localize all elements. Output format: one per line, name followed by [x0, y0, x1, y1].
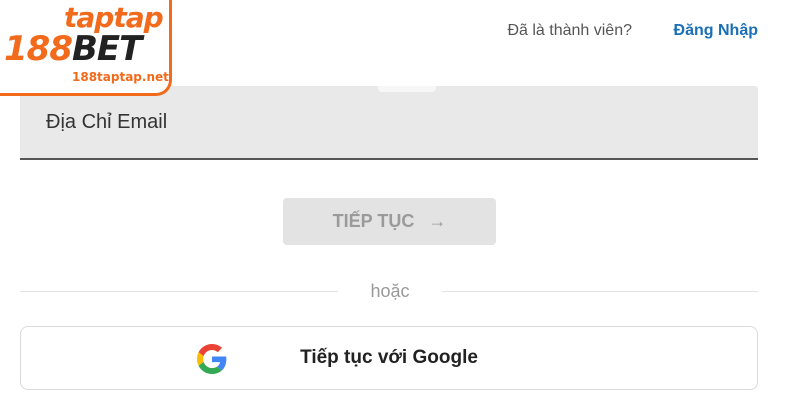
continue-button-label: TIẾP TỤC: [332, 211, 415, 231]
field-top-notch: [378, 86, 436, 92]
arrow-right-icon: →: [428, 211, 447, 231]
brand-logo[interactable]: taptap 188BET 188taptap.net: [0, 0, 172, 96]
logo-bet-word: BET: [71, 29, 142, 69]
google-signin-button[interactable]: Tiếp tục với Google: [20, 326, 758, 390]
logo-number: 188: [4, 29, 73, 69]
divider-or-text: hoặc: [370, 281, 410, 301]
logo-main-text: 188BET: [4, 29, 142, 69]
email-input[interactable]: Địa Chỉ Email: [20, 86, 758, 160]
logo-domain-text: 188taptap.net: [72, 70, 169, 84]
google-button-label: Tiếp tục với Google: [300, 347, 478, 368]
member-prompt: Đã là thành viên?: [507, 22, 632, 39]
email-placeholder: Địa Chỉ Email: [46, 110, 168, 133]
divider-line-right: [442, 291, 758, 292]
continue-button[interactable]: TIẾP TỤC →: [283, 198, 496, 245]
login-link[interactable]: Đăng Nhập: [674, 22, 758, 40]
divider-line-left: [20, 291, 338, 292]
